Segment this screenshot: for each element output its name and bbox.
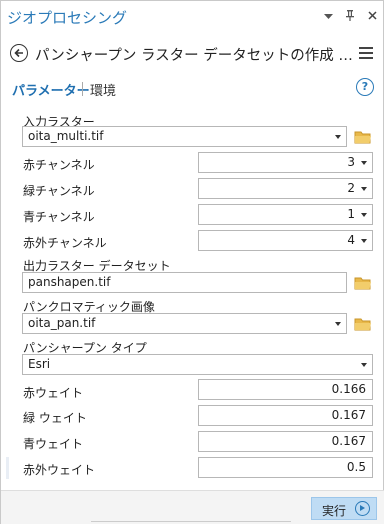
ir-weight-input[interactable]: 0.5 bbox=[198, 457, 373, 478]
chevron-down-icon[interactable] bbox=[323, 10, 333, 24]
chevron-down-icon bbox=[361, 363, 367, 367]
folder-icon[interactable] bbox=[354, 130, 372, 144]
green-weight-value: 0.167 bbox=[331, 408, 366, 422]
ir-channel-select[interactable]: 4 bbox=[198, 230, 373, 251]
green-channel-label: 緑チャンネル bbox=[23, 184, 95, 198]
input-raster-value: oita_multi.tif bbox=[28, 129, 104, 143]
arrow-left-icon bbox=[14, 48, 23, 58]
green-channel-select[interactable]: 2 bbox=[198, 178, 373, 199]
ir-weight-label: 赤外ウェイト bbox=[23, 463, 96, 477]
chevron-down-icon bbox=[335, 322, 341, 326]
red-weight-value: 0.166 bbox=[331, 382, 366, 396]
back-button[interactable] bbox=[10, 44, 28, 62]
tool-title: パンシャープン ラスター データセットの作成 (Create Pa... bbox=[35, 48, 353, 64]
ir-weight-value: 0.5 bbox=[346, 460, 366, 474]
chevron-down-icon bbox=[361, 161, 367, 165]
blue-channel-select[interactable]: 1 bbox=[198, 204, 373, 225]
red-weight-label: 赤ウェイト bbox=[23, 386, 84, 400]
input-raster-dropdown[interactable]: oita_multi.tif bbox=[22, 126, 347, 147]
pane-title: ジオプロセシング bbox=[7, 9, 128, 27]
chevron-down-icon bbox=[335, 135, 341, 139]
pansharpen-type-value: Esri bbox=[28, 357, 51, 371]
run-button[interactable]: 実行 bbox=[311, 497, 377, 520]
folder-icon[interactable] bbox=[354, 276, 372, 290]
green-weight-label: 緑 ウェイト bbox=[23, 411, 87, 425]
pan-image-value: oita_pan.tif bbox=[28, 316, 96, 330]
titlebar-controls bbox=[323, 10, 377, 24]
blue-weight-value: 0.167 bbox=[331, 434, 366, 448]
blue-weight-input[interactable]: 0.167 bbox=[198, 431, 373, 452]
pin-icon[interactable] bbox=[345, 10, 355, 24]
green-channel-value: 2 bbox=[347, 181, 355, 195]
blue-channel-value: 1 bbox=[347, 207, 355, 221]
folder-icon[interactable] bbox=[354, 317, 372, 331]
green-weight-input[interactable]: 0.167 bbox=[198, 405, 373, 426]
blue-weight-label: 青ウェイト bbox=[23, 437, 84, 451]
help-icon[interactable]: ? bbox=[356, 78, 374, 96]
pane-titlebar: ジオプロセシング bbox=[1, 1, 384, 33]
pansharpen-type-select[interactable]: Esri bbox=[22, 354, 373, 375]
row-focus-indicator bbox=[6, 457, 9, 479]
chevron-down-icon bbox=[361, 239, 367, 243]
tab-environments[interactable]: 環境 bbox=[90, 80, 116, 99]
chevron-down-icon bbox=[361, 213, 367, 217]
geoprocessing-pane: ジオプロセシング パンシャープン ラスター データセットの作成 (Create … bbox=[0, 0, 384, 524]
menu-icon[interactable] bbox=[359, 47, 373, 59]
ir-channel-label: 赤外チャンネル bbox=[23, 236, 107, 250]
run-button-label: 実行 bbox=[322, 504, 347, 518]
output-raster-value: panshapen.tif bbox=[28, 275, 111, 289]
tab-divider bbox=[82, 82, 83, 96]
play-icon bbox=[355, 501, 370, 516]
blue-channel-label: 青チャンネル bbox=[23, 210, 95, 224]
output-raster-input[interactable]: panshapen.tif bbox=[22, 272, 347, 293]
red-channel-value: 3 bbox=[347, 155, 355, 169]
pane-footer: 実行 bbox=[1, 490, 384, 524]
red-channel-select[interactable]: 3 bbox=[198, 152, 373, 173]
red-weight-input[interactable]: 0.166 bbox=[198, 379, 373, 400]
close-icon[interactable] bbox=[367, 10, 377, 24]
status-divider bbox=[91, 521, 291, 522]
tab-parameters[interactable]: パラメーター bbox=[12, 80, 90, 99]
tool-tabs: パラメーター 環境 ? bbox=[1, 78, 384, 102]
ir-channel-value: 4 bbox=[347, 233, 355, 247]
pan-image-dropdown[interactable]: oita_pan.tif bbox=[22, 313, 347, 334]
red-channel-label: 赤チャンネル bbox=[23, 158, 95, 172]
chevron-down-icon bbox=[361, 187, 367, 191]
tool-header: パンシャープン ラスター データセットの作成 (Create Pa... bbox=[1, 39, 384, 69]
